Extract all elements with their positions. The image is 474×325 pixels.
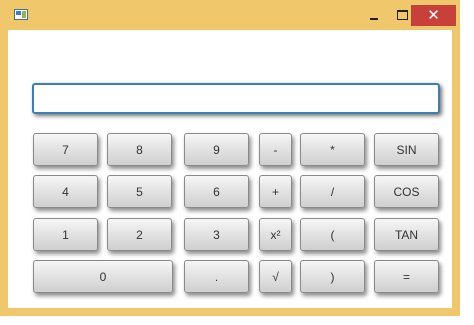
- key-multiply[interactable]: *: [300, 133, 365, 166]
- key-7[interactable]: 7: [33, 133, 98, 166]
- key-divide[interactable]: /: [300, 175, 365, 208]
- key-3[interactable]: 3: [184, 218, 249, 251]
- key-equals[interactable]: =: [374, 260, 439, 293]
- key-minus[interactable]: -: [259, 133, 292, 166]
- calculator-window: ✕ 7 8 9 - * SIN 4 5 6 + / COS 1 2 3 x² (…: [0, 0, 460, 316]
- calculator-body: 7 8 9 - * SIN 4 5 6 + / COS 1 2 3 x² ( T…: [8, 30, 452, 308]
- key-sin[interactable]: SIN: [374, 133, 439, 166]
- minimize-icon: [370, 18, 378, 20]
- key-close-paren[interactable]: ): [300, 260, 365, 293]
- maximize-icon: [396, 10, 408, 20]
- close-button[interactable]: ✕: [411, 5, 456, 26]
- key-5[interactable]: 5: [107, 175, 172, 208]
- key-8[interactable]: 8: [107, 133, 172, 166]
- key-2[interactable]: 2: [107, 218, 172, 251]
- key-cos[interactable]: COS: [374, 175, 439, 208]
- title-bar[interactable]: ✕: [0, 0, 460, 28]
- key-6[interactable]: 6: [184, 175, 249, 208]
- key-open-paren[interactable]: (: [300, 218, 365, 251]
- key-square[interactable]: x²: [259, 218, 292, 251]
- key-tan[interactable]: TAN: [374, 218, 439, 251]
- close-icon: ✕: [427, 6, 440, 24]
- key-4[interactable]: 4: [33, 175, 98, 208]
- key-decimal[interactable]: .: [184, 260, 249, 293]
- key-1[interactable]: 1: [33, 218, 98, 251]
- display-field[interactable]: [32, 83, 440, 114]
- minimize-button[interactable]: [361, 5, 387, 25]
- app-icon: [14, 9, 28, 20]
- key-sqrt[interactable]: √: [259, 260, 292, 293]
- key-0[interactable]: 0: [33, 260, 173, 293]
- key-9[interactable]: 9: [184, 133, 249, 166]
- key-plus[interactable]: +: [259, 175, 292, 208]
